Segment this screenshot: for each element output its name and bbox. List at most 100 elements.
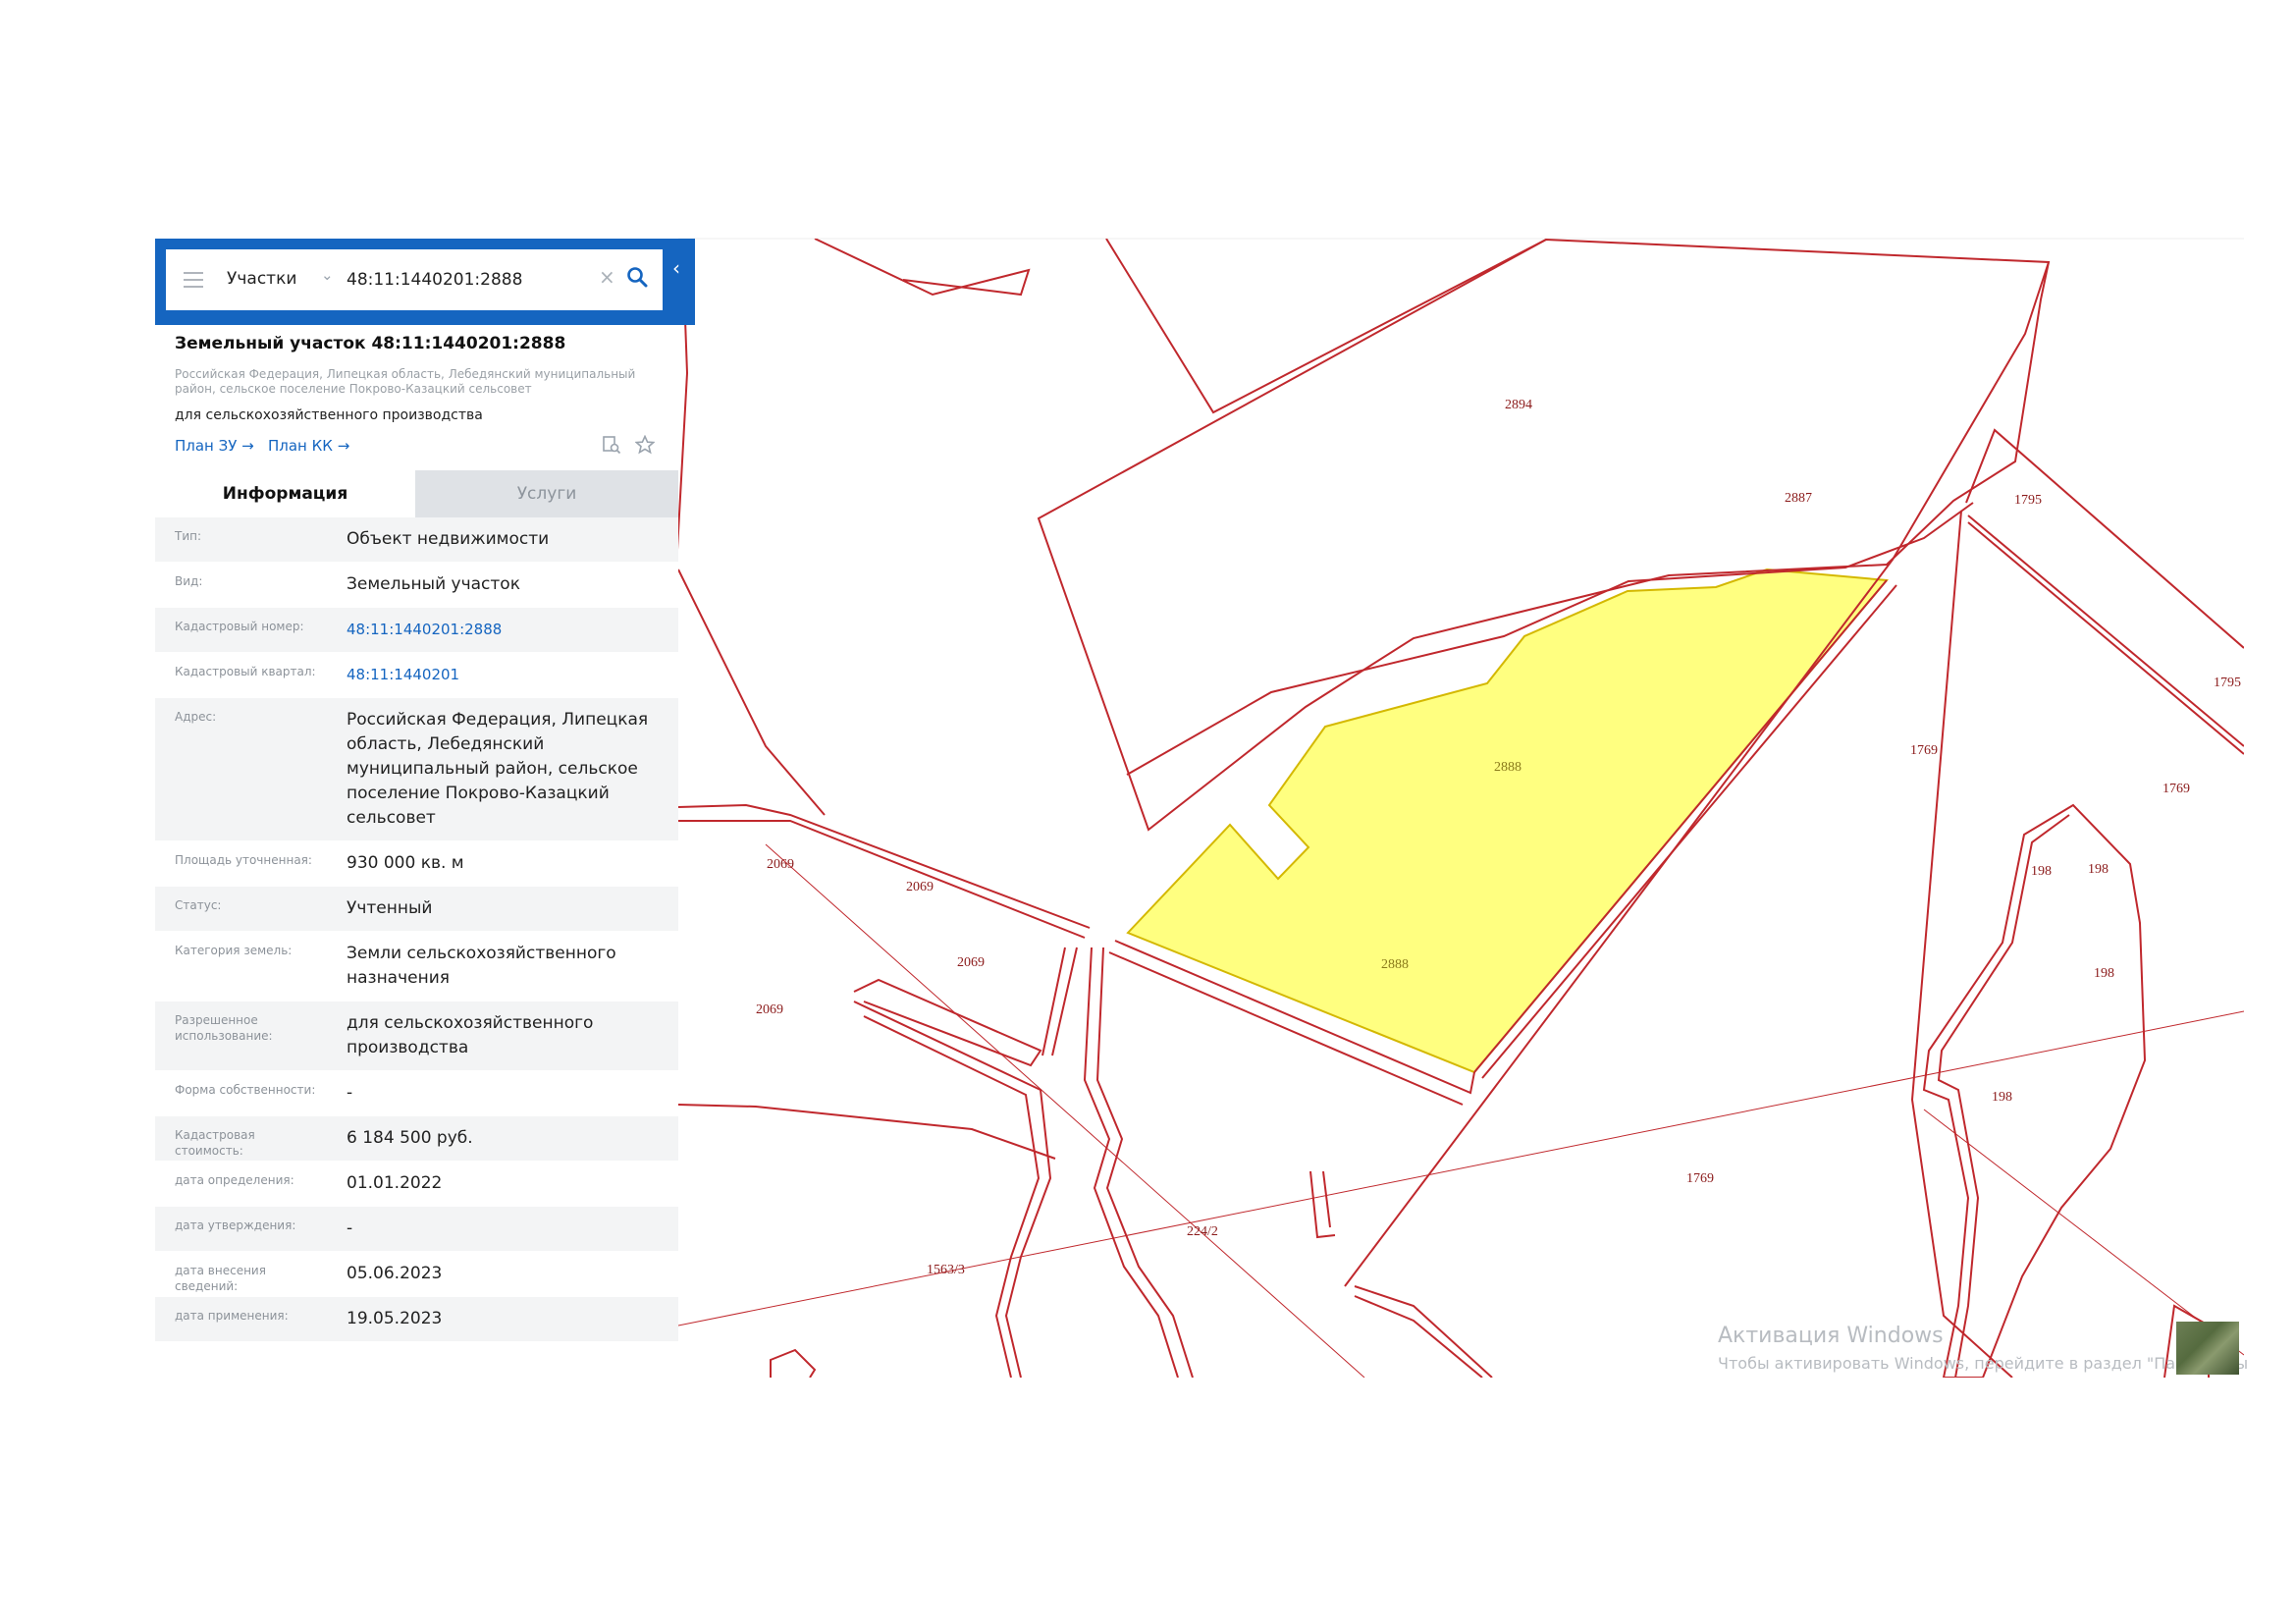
map-label: 1795 xyxy=(2214,676,2241,690)
tab-information[interactable]: Информация xyxy=(155,470,415,517)
tab-services[interactable]: Услуги xyxy=(415,470,678,517)
row-key: Площадь уточненная: xyxy=(175,853,312,867)
map-label: 1769 xyxy=(1686,1171,1714,1186)
cadastral-quarter-link[interactable]: 48:11:1440201 xyxy=(347,663,670,687)
row-key: дата определения: xyxy=(175,1173,294,1187)
small-stub-b xyxy=(1322,1170,1331,1228)
row-key: Форма собственности: xyxy=(175,1083,316,1097)
row-key: Категория земель: xyxy=(175,944,293,957)
row-key: Кадастровая стоимость: xyxy=(175,1128,255,1158)
search-input[interactable] xyxy=(347,264,592,296)
map-label: 2888 xyxy=(1381,957,1409,972)
row-key: Кадастровый квартал: xyxy=(175,665,316,678)
winding-road-c xyxy=(853,1001,1052,1378)
search-icon[interactable] xyxy=(626,266,648,292)
map-label: 2069 xyxy=(906,880,934,894)
map-label: 2888 xyxy=(1494,760,1522,775)
winding-road-b xyxy=(1095,947,1194,1378)
info-row-application-date: дата применения: 19.05.2023 xyxy=(155,1297,678,1342)
search-bar: Участки ⌄ × ‹ xyxy=(155,239,695,325)
row-value: Объект недвижимости xyxy=(347,529,550,549)
bottom-left-shape xyxy=(770,1348,817,1378)
row-key: дата применения: xyxy=(175,1309,289,1323)
row-value: 05.06.2023 xyxy=(347,1264,443,1283)
row-value: 930 000 кв. м xyxy=(347,853,464,873)
info-table: Тип: Объект недвижимости Вид: Земельный уч… xyxy=(155,517,678,1342)
row-value: Земельный участок xyxy=(347,574,520,594)
watermark-subtitle: Чтобы активировать Windows, перейдите в … xyxy=(1718,1354,2249,1373)
small-stub-a xyxy=(1309,1170,1336,1239)
map-label: 224/2 xyxy=(1187,1224,1218,1239)
parcel-2069-upper[interactable] xyxy=(678,803,1091,929)
parcel-2069-right xyxy=(1041,947,1066,1056)
row-value: 01.01.2022 xyxy=(347,1173,443,1193)
star-icon[interactable] xyxy=(634,434,656,459)
parcel-1795[interactable] xyxy=(1965,428,2244,649)
map-label: 198 xyxy=(2094,966,2114,981)
row-key: дата внесения сведений: xyxy=(175,1264,266,1293)
parcel-2069-left xyxy=(678,1104,1056,1160)
row-value: 6 184 500 руб. xyxy=(347,1128,473,1148)
plan-kk-link[interactable]: План КК → xyxy=(268,437,349,455)
row-key: Вид: xyxy=(175,574,203,588)
info-row-ownership: Форма собственности: - xyxy=(155,1071,678,1116)
plan-zu-link[interactable]: План ЗУ → xyxy=(175,437,254,455)
map-label: 198 xyxy=(2088,862,2109,877)
winding-road-a xyxy=(1083,947,1179,1378)
parcel-198[interactable] xyxy=(1922,803,2147,1378)
map-label: 2069 xyxy=(756,1002,783,1017)
watermark-title: Активация Windows xyxy=(1718,1324,1944,1348)
chevron-down-icon[interactable]: ⌄ xyxy=(321,266,334,284)
menu-icon[interactable] xyxy=(184,272,203,288)
parcel-1795-c xyxy=(1967,521,2244,755)
info-row-cadastral-value: Кадастровая стоимость: 6 184 500 руб. xyxy=(155,1116,678,1162)
row-value: Учтенный xyxy=(347,898,433,918)
row-key: Адрес: xyxy=(175,710,217,724)
row-value: - xyxy=(347,1083,353,1103)
winding-road-d xyxy=(863,1015,1041,1378)
parcel-1795-b xyxy=(1967,514,2244,747)
parcel-2069-upper-b xyxy=(678,820,1086,939)
info-row-permitted-use: Разрешенное использование: для сельскохоз… xyxy=(155,1001,678,1071)
bottom-parcel xyxy=(1354,1285,1493,1378)
search-mode-select[interactable]: Участки xyxy=(227,269,296,289)
parcel-title: Земельный участок 48:11:1440201:2888 xyxy=(175,334,566,353)
info-row-cadastral-number: Кадастровый номер: 48:11:1440201:2888 xyxy=(155,608,678,653)
chevron-left-icon[interactable]: ‹ xyxy=(672,256,688,280)
selected-parcel-2888[interactable] xyxy=(1126,568,1889,1074)
map-label: 1563/3 xyxy=(927,1263,965,1277)
parcel-top-left xyxy=(814,239,1031,297)
row-value: Земли сельскохозяйственного назначения xyxy=(347,944,616,988)
parcel-2894[interactable] xyxy=(1105,239,1547,414)
info-row-area: Площадь уточненная: 930 000 кв. м xyxy=(155,841,678,887)
map-label: 1769 xyxy=(2163,782,2190,796)
info-row-status: Статус: Учтенный xyxy=(155,887,678,932)
map-label: 2887 xyxy=(1785,491,1812,506)
document-search-icon[interactable] xyxy=(602,435,621,459)
cadastral-number-link[interactable]: 48:11:1440201:2888 xyxy=(347,618,670,642)
row-key: Статус: xyxy=(175,898,222,912)
info-row-entry-date: дата внесения сведений: 05.06.2023 xyxy=(155,1252,678,1297)
row-key: Кадастровый номер: xyxy=(175,620,304,633)
map-label: 1769 xyxy=(1910,743,1938,758)
map-label: 2069 xyxy=(767,857,794,872)
satellite-layer-toggle[interactable] xyxy=(2176,1322,2239,1375)
row-key: дата утверждения: xyxy=(175,1218,296,1232)
parcel-2069-wedge xyxy=(853,978,1042,1067)
search-box: Участки ⌄ × xyxy=(166,249,663,310)
map-label: 2894 xyxy=(1505,398,1532,412)
row-value: - xyxy=(347,1218,353,1238)
row-value: для сельскохозяйственного производства xyxy=(347,1013,594,1057)
parcel-purpose: для сельскохозяйственного производства xyxy=(175,407,483,423)
row-value: Российская Федерация, Липецкая область, … xyxy=(347,710,649,828)
windows-activation-watermark: Активация Windows Чтобы активировать Win… xyxy=(1718,1324,2248,1373)
info-row-kind: Вид: Земельный участок xyxy=(155,563,678,608)
row-key: Разрешенное использование: xyxy=(175,1013,273,1043)
bottom-parcel-b xyxy=(1354,1295,1483,1378)
info-row-type: Тип: Объект недвижимости xyxy=(155,517,678,563)
parcel-2069-right-b xyxy=(1051,947,1078,1056)
info-row-land-category: Категория земель: Земли сельскохозяйствен… xyxy=(155,932,678,1001)
close-icon[interactable]: × xyxy=(599,265,615,289)
map-label: 198 xyxy=(2031,864,2052,879)
map-label: 198 xyxy=(1992,1090,2012,1105)
